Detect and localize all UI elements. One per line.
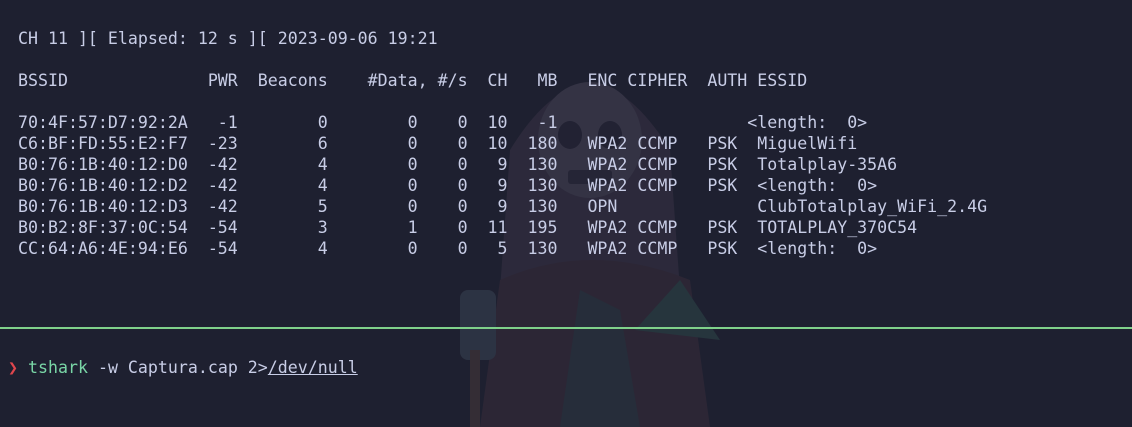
table-row: B0:76:1B:40:12:D3 -42 5 0 0 9 130 OPN Cl… — [18, 197, 988, 216]
terminal-pane[interactable]: CH 11 ][ Elapsed: 12 s ][ 2023-09-06 19:… — [0, 0, 1132, 427]
table-row: B0:B2:8F:37:0C:54 -54 3 1 0 11 195 WPA2 … — [18, 218, 918, 237]
access-point-table: 70:4F:57:D7:92:2A -1 0 0 0 10 -1 <length… — [18, 112, 987, 259]
table-row: C6:BF:FD:55:E2:F7 -23 6 0 0 10 180 WPA2 … — [18, 134, 858, 153]
redirect-target-link[interactable]: /dev/null — [268, 358, 358, 377]
pane-divider[interactable] — [0, 327, 1132, 329]
status-line: CH 11 ][ Elapsed: 12 s ][ 2023-09-06 19:… — [18, 29, 438, 48]
command-args: -w Captura.cap 2> — [97, 358, 268, 377]
table-row: B0:76:1B:40:12:D2 -42 4 0 0 9 130 WPA2 C… — [18, 176, 878, 195]
table-row: B0:76:1B:40:12:D0 -42 4 0 0 9 130 WPA2 C… — [18, 155, 898, 174]
prompt-arrow-icon: ❯ — [8, 358, 18, 377]
command-prompt[interactable]: ❯ tshark -w Captura.cap 2>/dev/null — [8, 357, 358, 378]
command-name: tshark — [28, 358, 88, 377]
table-row: 70:4F:57:D7:92:2A -1 0 0 0 10 -1 <length… — [18, 113, 868, 132]
table-row: CC:64:A6:4E:94:E6 -54 4 0 0 5 130 WPA2 C… — [18, 239, 878, 258]
table-header: BSSID PWR Beacons #Data, #/s CH MB ENC C… — [18, 71, 808, 90]
